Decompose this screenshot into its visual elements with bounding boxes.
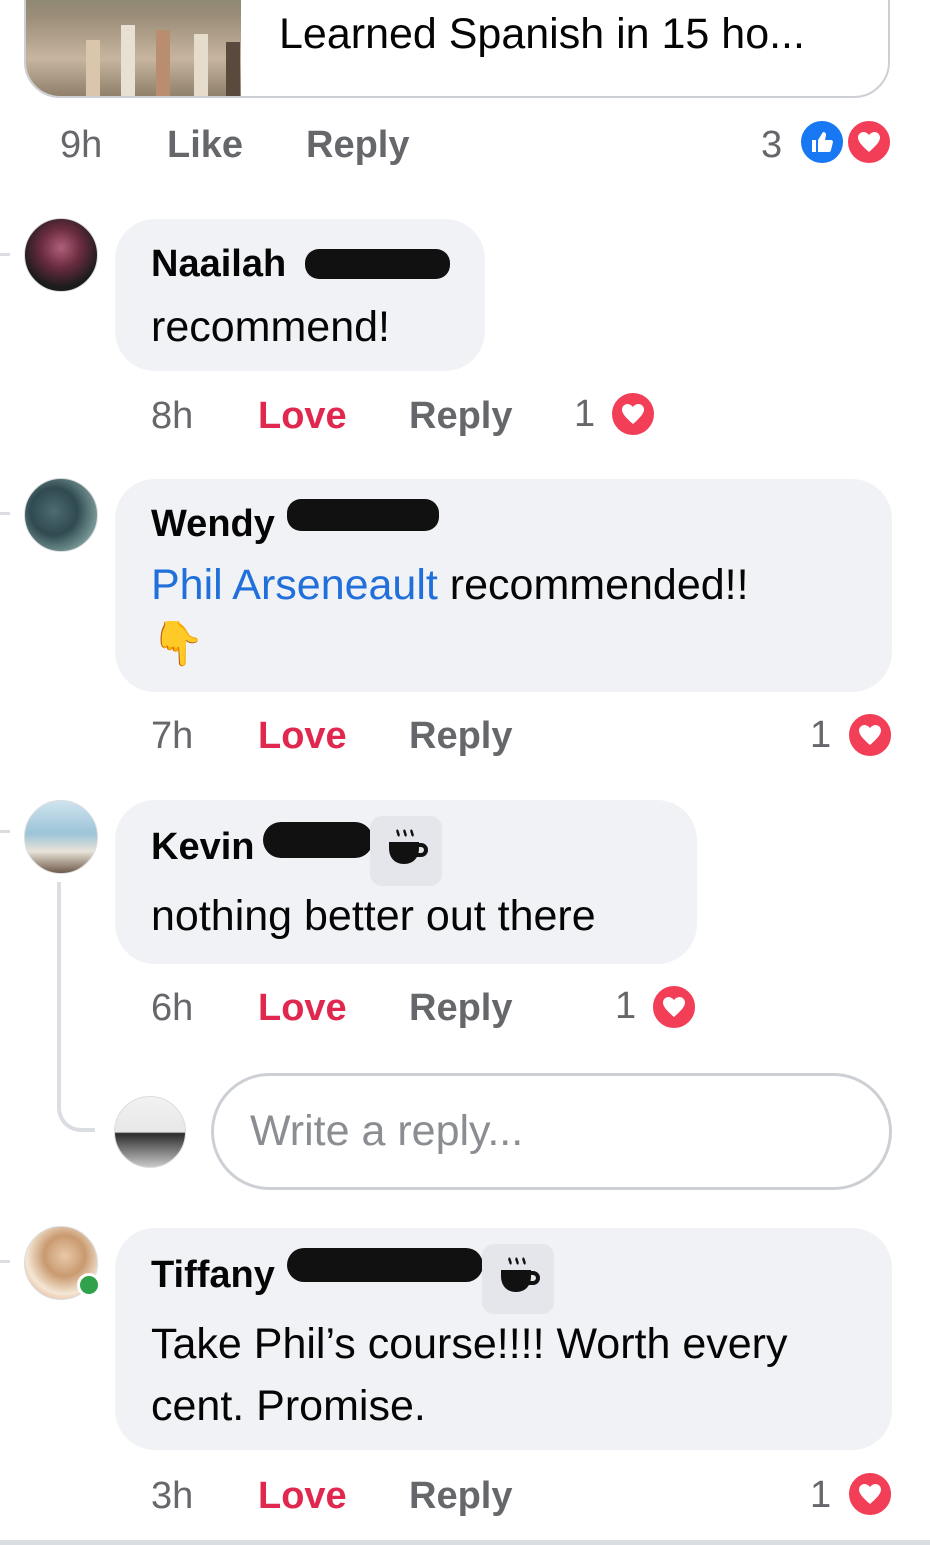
heart-icon — [845, 118, 893, 166]
heart-icon — [846, 1470, 894, 1518]
reply-button[interactable]: Reply — [409, 1475, 512, 1518]
coffee-cup-icon — [389, 829, 428, 864]
reply-button[interactable]: Reply — [306, 124, 409, 167]
comment-text-line-2: cent. Promise. — [151, 1382, 426, 1430]
online-status-icon — [77, 1273, 101, 1297]
comment-text: recommend! — [151, 303, 390, 351]
thread-marker — [0, 253, 10, 256]
coffee-cup-icon — [501, 1257, 540, 1292]
reaction-count[interactable]: 1 — [810, 714, 831, 757]
comment-text: Phil Arseneault recommended!! — [151, 561, 749, 610]
comment-text: nothing better out there — [151, 892, 596, 940]
reaction-count[interactable]: 3 — [761, 124, 782, 167]
comment-text-body: recommended!! — [437, 561, 749, 609]
love-button[interactable]: Love — [258, 715, 347, 758]
comment-bubble: Wendy Phil Arseneault recommended!! 👇 — [115, 479, 892, 692]
write-reply-input[interactable]: Write a reply... — [211, 1073, 892, 1190]
avatar[interactable] — [24, 218, 98, 292]
thread-marker — [0, 512, 10, 515]
comment-bubble: Tiffany Take Phil’s course!!!! Worth eve… — [115, 1228, 892, 1450]
reply-button[interactable]: Reply — [409, 715, 512, 758]
badge — [370, 816, 442, 886]
badge — [482, 1244, 554, 1314]
comment-text-line-1: Take Phil’s course!!!! Worth every — [151, 1320, 788, 1368]
redacted-surname — [305, 249, 450, 279]
mention-link[interactable]: Phil Arseneault — [151, 561, 438, 609]
current-user-avatar[interactable] — [114, 1096, 186, 1168]
love-button[interactable]: Love — [258, 987, 347, 1030]
reply-button[interactable]: Reply — [409, 395, 512, 438]
heart-icon — [650, 983, 698, 1031]
avatar[interactable] — [24, 478, 98, 552]
reaction-count[interactable]: 1 — [615, 985, 636, 1028]
redacted-surname — [263, 822, 373, 858]
preview-title: Learned Spanish in 15 ho... — [279, 10, 805, 58]
thumbs-up-icon — [798, 118, 846, 166]
thread-marker — [0, 1260, 10, 1263]
reply-button[interactable]: Reply — [409, 987, 512, 1030]
timestamp: 9h — [60, 124, 103, 166]
redacted-surname — [287, 499, 439, 531]
thread-connector — [57, 882, 95, 1132]
like-button[interactable]: Like — [167, 124, 243, 167]
timestamp: 3h — [151, 1475, 194, 1517]
comment-author[interactable]: Tiffany — [151, 1254, 275, 1297]
thread-marker — [0, 830, 10, 833]
love-button[interactable]: Love — [258, 1475, 347, 1518]
comment-bubble: Naailah recommend! — [115, 219, 485, 371]
timestamp: 8h — [151, 395, 194, 437]
pointing-down-emoji: 👇 — [151, 620, 205, 668]
love-button[interactable]: Love — [258, 395, 347, 438]
comment-author[interactable]: Wendy — [151, 503, 275, 546]
heart-icon — [846, 711, 894, 759]
divider — [0, 1540, 930, 1545]
redacted-surname — [287, 1248, 483, 1282]
comment-author[interactable]: Kevin — [151, 826, 254, 869]
reaction-count[interactable]: 1 — [810, 1474, 831, 1517]
reaction-count[interactable]: 1 — [574, 393, 595, 436]
link-preview-card[interactable]: Learned Spanish in 15 ho... — [24, 0, 890, 98]
comment-author[interactable]: Naailah — [151, 243, 286, 286]
timestamp: 7h — [151, 715, 194, 757]
timestamp: 6h — [151, 987, 194, 1029]
preview-thumbnail — [26, 0, 241, 96]
avatar[interactable] — [24, 800, 98, 874]
heart-icon — [609, 390, 657, 438]
comment-bubble: Kevin nothing better out there — [115, 800, 697, 964]
